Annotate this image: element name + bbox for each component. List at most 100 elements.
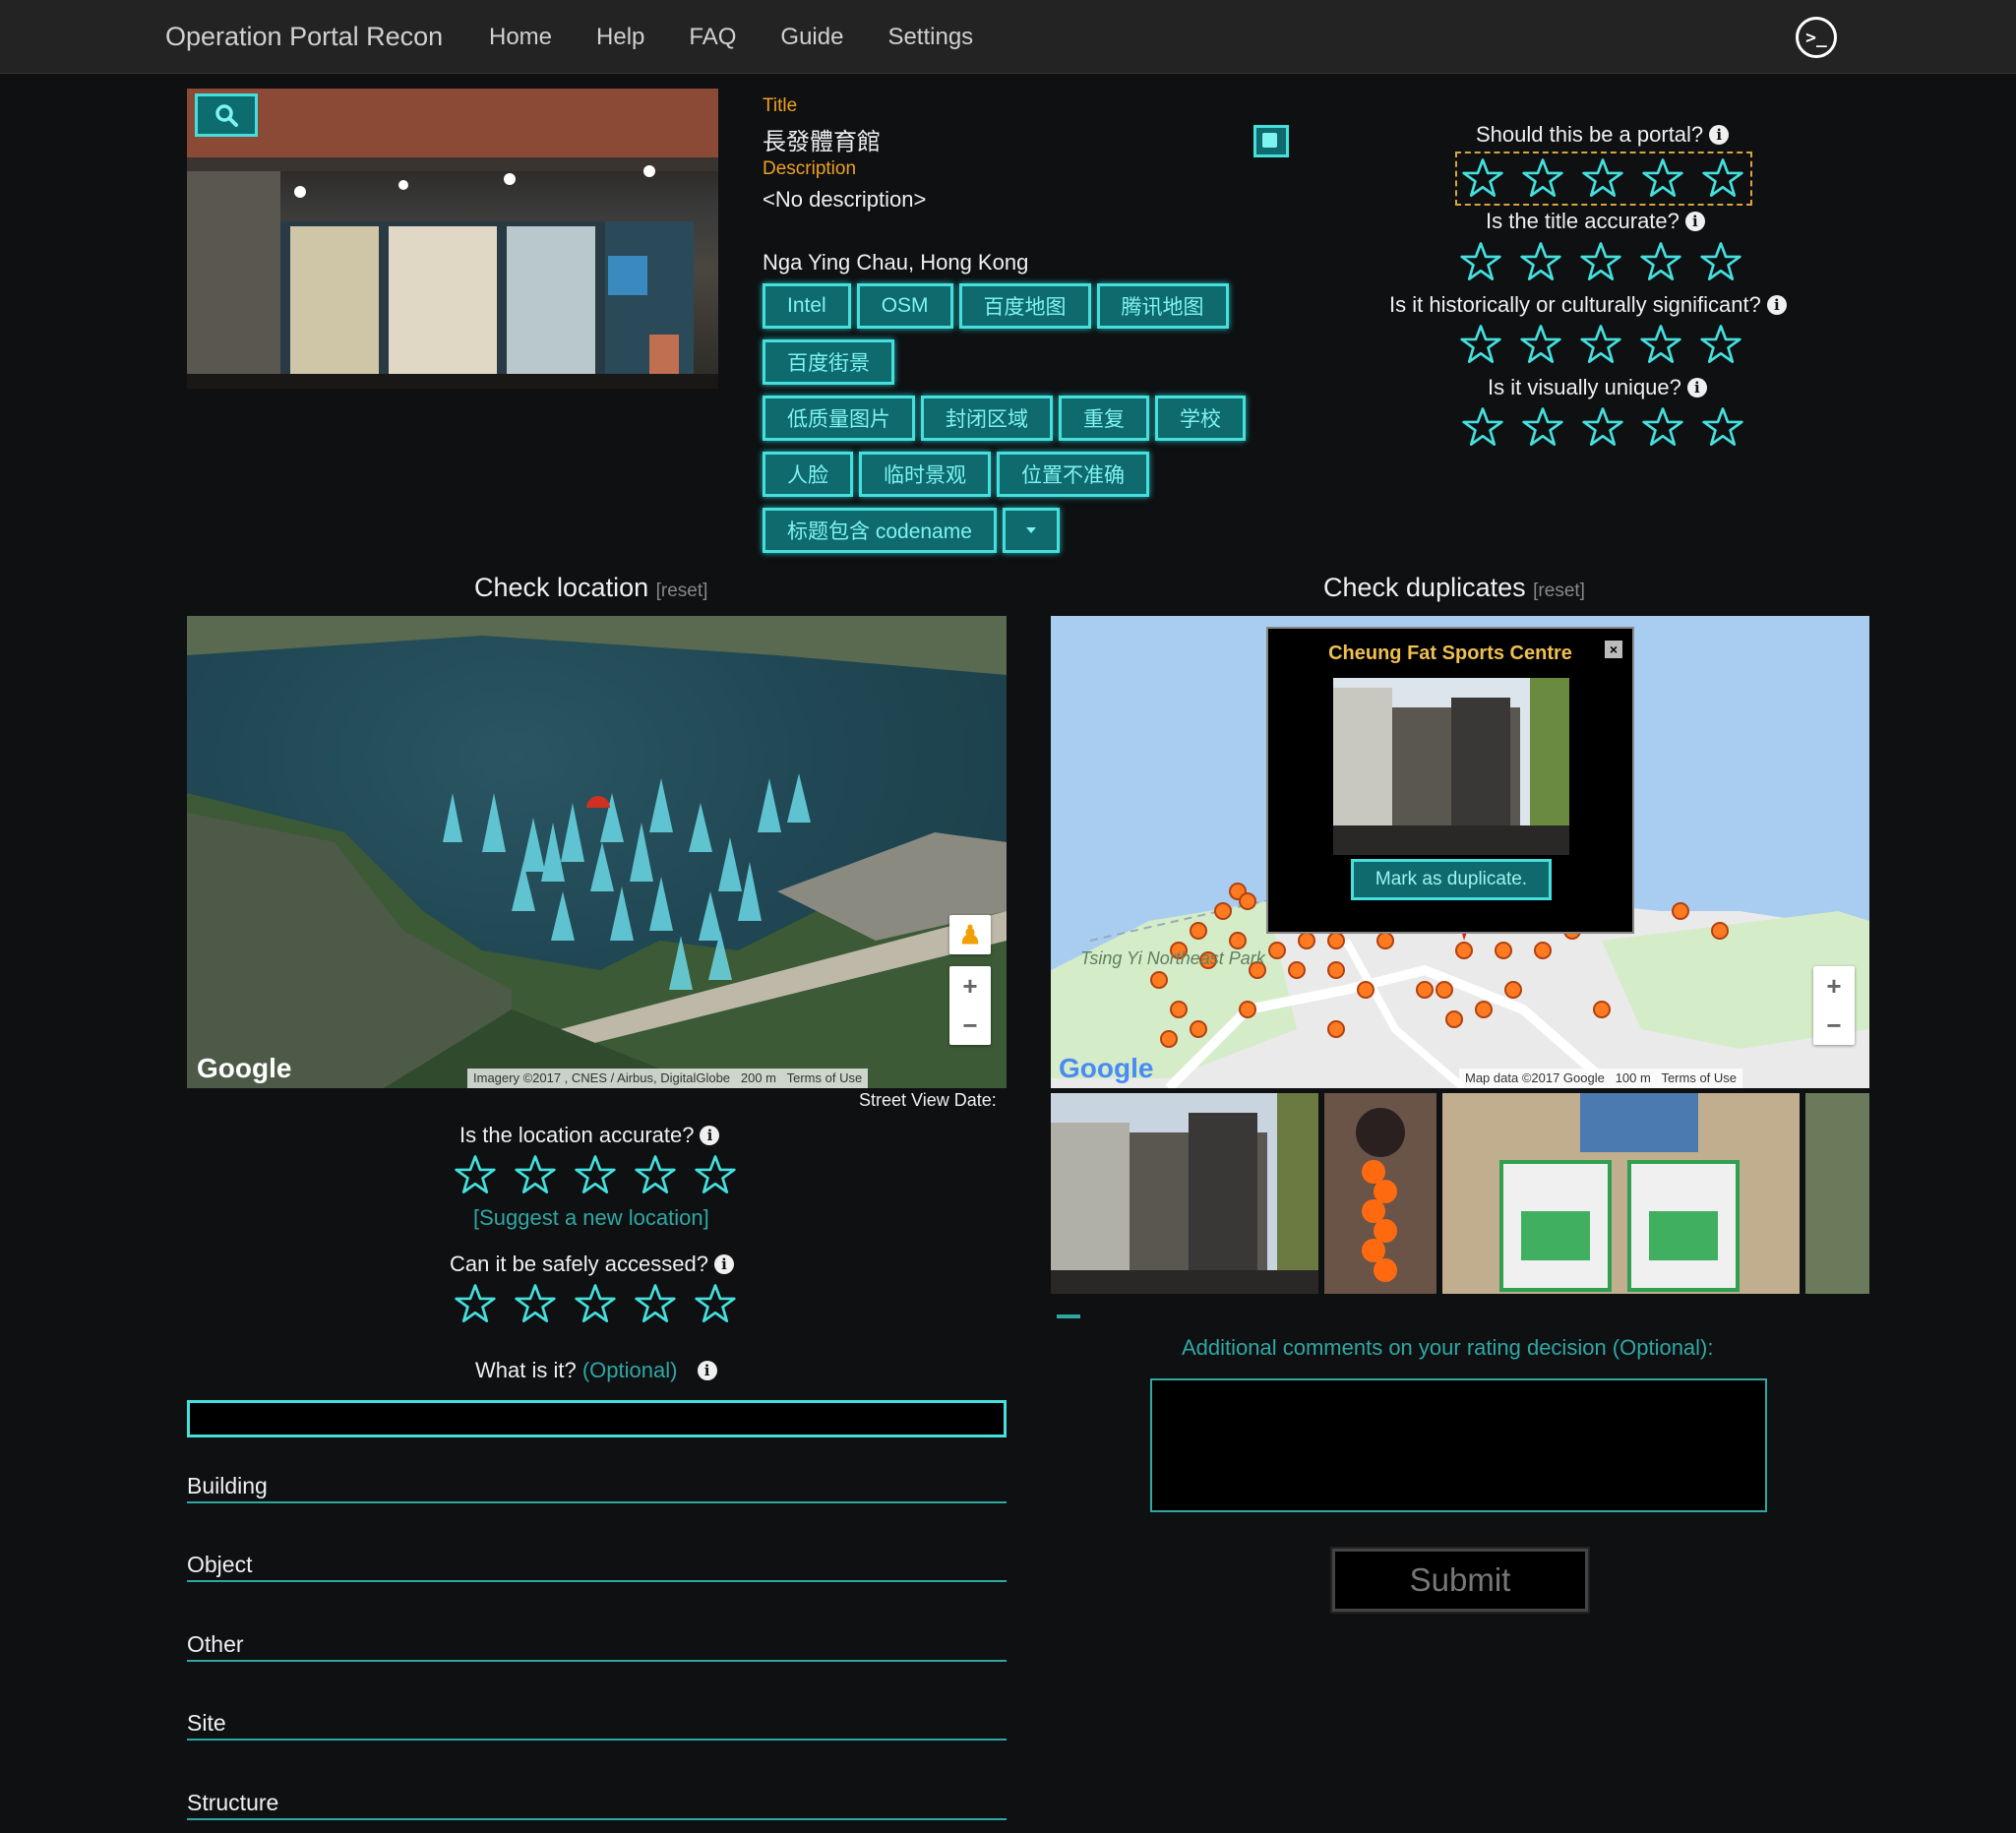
info-icon[interactable]: i bbox=[1684, 212, 1705, 231]
duplicate-thumbnail[interactable] bbox=[1324, 1093, 1436, 1294]
rating-location-stars[interactable] bbox=[455, 1154, 736, 1200]
popup-photo[interactable] bbox=[1333, 678, 1569, 855]
submit-button[interactable]: Submit bbox=[1330, 1547, 1590, 1614]
info-icon[interactable]: i bbox=[1686, 378, 1707, 397]
rating-cultural-question: Is it historically or culturally signifi… bbox=[1389, 292, 1787, 318]
star-icon[interactable] bbox=[455, 1283, 496, 1329]
face-button[interactable]: 人脸 bbox=[763, 452, 853, 497]
category-structure[interactable]: Structure bbox=[187, 1790, 1007, 1820]
star-icon[interactable] bbox=[1702, 157, 1743, 204]
temporary-button[interactable]: 临时景观 bbox=[859, 452, 991, 497]
rating-unique-stars[interactable] bbox=[1462, 406, 1743, 453]
rating-cultural-stars[interactable] bbox=[1460, 324, 1741, 370]
whatis-input[interactable] bbox=[187, 1400, 1007, 1437]
suggest-location-link[interactable]: [Suggest a new location] bbox=[473, 1205, 709, 1231]
reset-duplicates-link[interactable]: [reset] bbox=[1533, 580, 1585, 601]
info-icon[interactable]: i bbox=[700, 1126, 720, 1145]
rating-portal-stars[interactable] bbox=[1462, 157, 1743, 204]
star-icon[interactable] bbox=[1522, 406, 1563, 453]
nav-home[interactable]: Home bbox=[489, 24, 552, 51]
mark-duplicate-button[interactable]: Mark as duplicate. bbox=[1351, 859, 1552, 900]
star-icon[interactable] bbox=[695, 1283, 736, 1329]
star-icon[interactable] bbox=[515, 1283, 556, 1329]
star-icon[interactable] bbox=[1700, 324, 1741, 370]
star-icon[interactable] bbox=[1702, 406, 1743, 453]
category-site[interactable]: Site bbox=[187, 1710, 1007, 1741]
terms-link[interactable]: Terms of Use bbox=[787, 1070, 863, 1085]
rating-title-stars[interactable] bbox=[1460, 241, 1741, 287]
star-icon[interactable] bbox=[575, 1283, 616, 1329]
star-icon[interactable] bbox=[1580, 324, 1621, 370]
star-icon[interactable] bbox=[1582, 157, 1623, 204]
star-icon[interactable] bbox=[1700, 241, 1741, 287]
star-icon[interactable] bbox=[515, 1154, 556, 1200]
duplicate-thumbnail[interactable] bbox=[1051, 1093, 1318, 1294]
info-icon[interactable]: i bbox=[1709, 125, 1730, 145]
reject-reasons-row-1: 低质量图片 封闭区域 重复 学校 bbox=[763, 396, 1246, 441]
info-icon[interactable]: i bbox=[697, 1361, 717, 1380]
baidu-map-button[interactable]: 百度地图 bbox=[958, 283, 1091, 329]
zoom-photo-button[interactable] bbox=[195, 93, 258, 137]
star-icon[interactable] bbox=[1462, 406, 1503, 453]
portal-title: 長發體育館 bbox=[763, 129, 881, 155]
portal-photo[interactable] bbox=[187, 89, 718, 389]
star-icon[interactable] bbox=[575, 1154, 616, 1200]
zoom-in-button[interactable]: + bbox=[949, 966, 991, 1006]
star-icon[interactable] bbox=[1520, 324, 1561, 370]
nav-settings[interactable]: Settings bbox=[887, 24, 973, 51]
pegman-icon[interactable]: ♟ bbox=[949, 915, 991, 954]
zoom-in-button[interactable]: + bbox=[1813, 966, 1855, 1006]
terms-link[interactable]: Terms of Use bbox=[1661, 1070, 1737, 1085]
inaccurate-location-button[interactable]: 位置不准确 bbox=[997, 452, 1149, 497]
tencent-map-button[interactable]: 腾讯地图 bbox=[1096, 283, 1229, 329]
private-area-button[interactable]: 封闭区域 bbox=[921, 396, 1053, 441]
star-icon[interactable] bbox=[695, 1154, 736, 1200]
copy-icon[interactable] bbox=[1253, 125, 1289, 157]
star-icon[interactable] bbox=[635, 1154, 676, 1200]
zoom-out-button[interactable]: − bbox=[949, 1006, 991, 1045]
duplicate-button[interactable]: 重复 bbox=[1059, 396, 1149, 441]
star-icon[interactable] bbox=[1520, 241, 1561, 287]
star-icon[interactable] bbox=[1522, 157, 1563, 204]
comments-textarea[interactable] bbox=[1150, 1378, 1767, 1512]
star-icon[interactable] bbox=[1580, 241, 1621, 287]
more-reasons-dropdown[interactable] bbox=[1002, 508, 1060, 553]
brand-title[interactable]: Operation Portal Recon bbox=[165, 22, 443, 52]
category-other[interactable]: Other bbox=[187, 1631, 1007, 1662]
duplicate-thumbnail[interactable] bbox=[1805, 1093, 1869, 1294]
codename-title-button[interactable]: 标题包含 codename bbox=[763, 508, 997, 553]
info-icon[interactable]: i bbox=[713, 1254, 734, 1274]
osm-button[interactable]: OSM bbox=[856, 283, 953, 329]
rating-location-question: Is the location accurate? i bbox=[459, 1123, 720, 1148]
portal-photo-drawing bbox=[187, 89, 718, 389]
nav-guide[interactable]: Guide bbox=[780, 24, 843, 51]
star-icon[interactable] bbox=[1462, 157, 1503, 204]
star-icon[interactable] bbox=[455, 1154, 496, 1200]
zoom-out-button[interactable]: − bbox=[1813, 1006, 1855, 1045]
star-icon[interactable] bbox=[1460, 324, 1501, 370]
star-icon[interactable] bbox=[1640, 241, 1681, 287]
terminal-icon[interactable]: >_ bbox=[1796, 17, 1837, 58]
baidu-streetview-button[interactable]: 百度街景 bbox=[763, 339, 894, 385]
star-icon[interactable] bbox=[1582, 406, 1623, 453]
street-view-date: Street View Date: bbox=[859, 1090, 997, 1110]
category-object[interactable]: Object bbox=[187, 1552, 1007, 1582]
rating-access-stars[interactable] bbox=[455, 1283, 736, 1329]
nav-faq[interactable]: FAQ bbox=[689, 24, 736, 51]
low-quality-photo-button[interactable]: 低质量图片 bbox=[763, 396, 915, 441]
star-icon[interactable] bbox=[1640, 324, 1681, 370]
intel-button[interactable]: Intel bbox=[763, 283, 851, 329]
nav-help[interactable]: Help bbox=[596, 24, 644, 51]
carousel-indicator[interactable] bbox=[1057, 1314, 1080, 1318]
star-icon[interactable] bbox=[1460, 241, 1501, 287]
category-building[interactable]: Building bbox=[187, 1473, 1007, 1503]
star-icon[interactable] bbox=[1642, 157, 1683, 204]
close-icon[interactable]: × bbox=[1605, 641, 1622, 658]
star-icon[interactable] bbox=[1642, 406, 1683, 453]
info-icon[interactable]: i bbox=[1766, 295, 1787, 315]
reset-location-link[interactable]: [reset] bbox=[656, 580, 708, 601]
location-map[interactable]: ♟ + − Google Imagery ©2017 , CNES / Airb… bbox=[187, 616, 1007, 1088]
star-icon[interactable] bbox=[635, 1283, 676, 1329]
school-button[interactable]: 学校 bbox=[1155, 396, 1246, 441]
duplicate-thumbnail[interactable] bbox=[1442, 1093, 1800, 1294]
